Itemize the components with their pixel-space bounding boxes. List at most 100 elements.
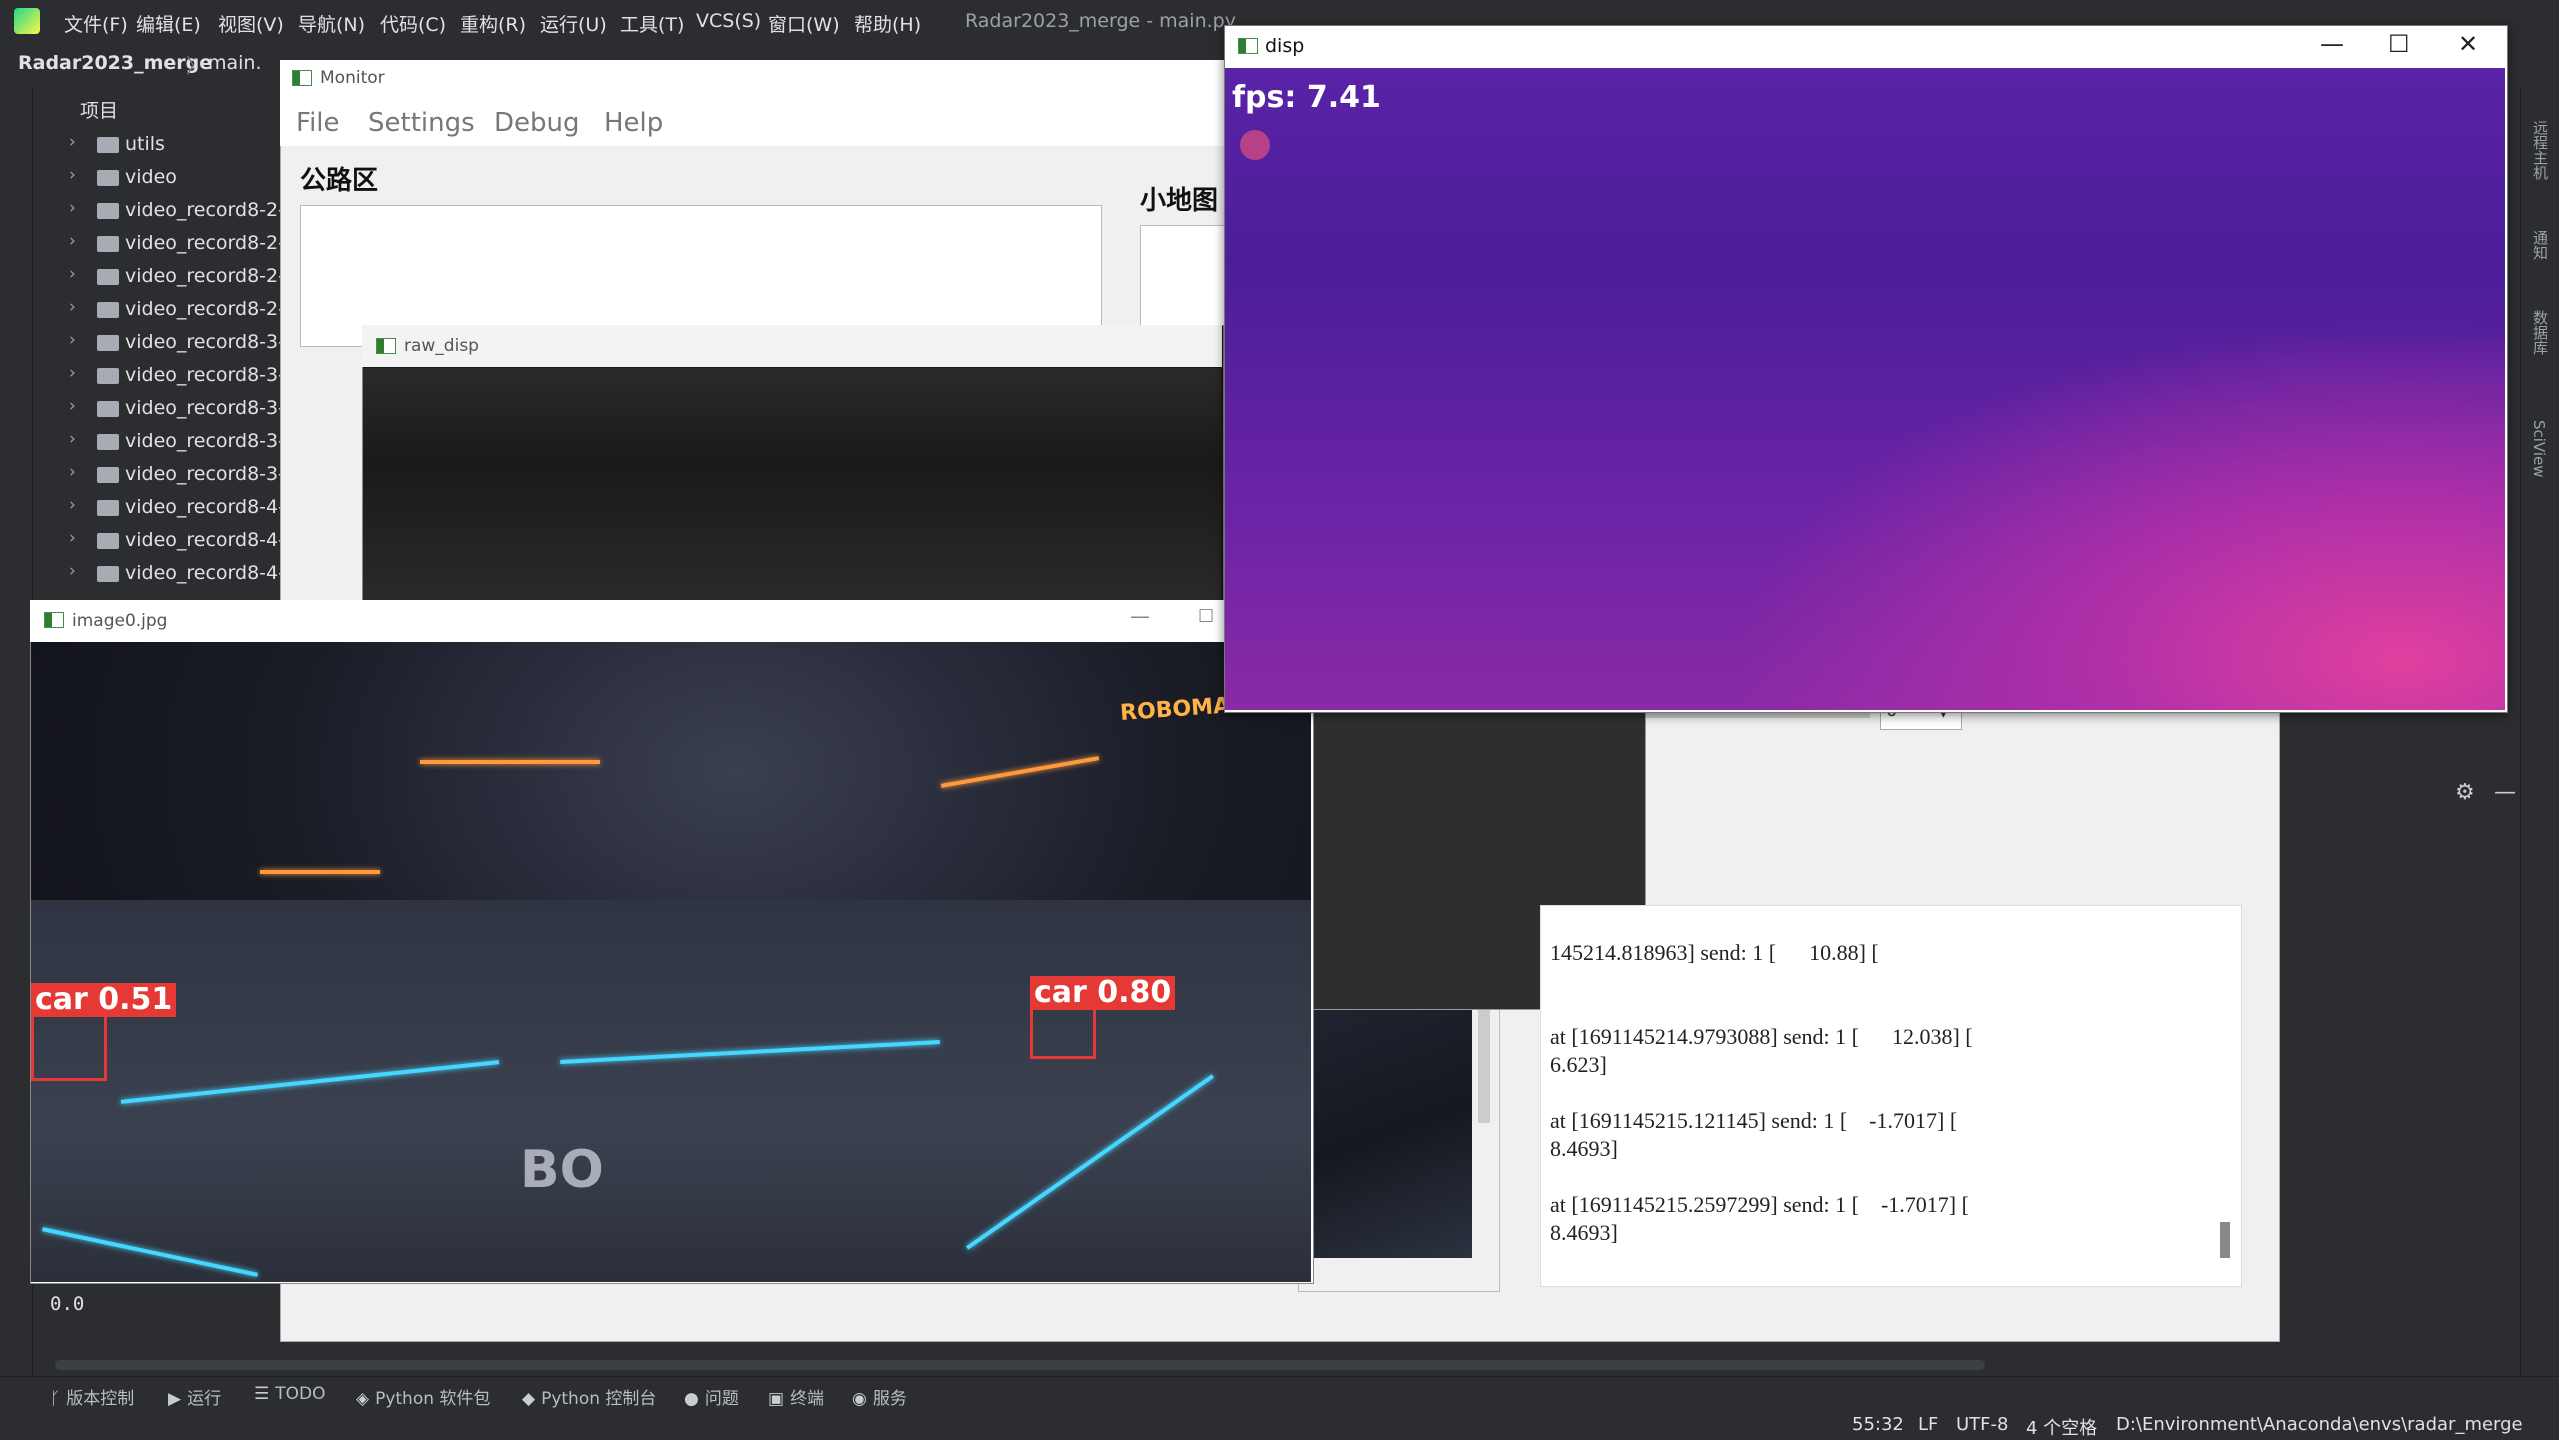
disp-titlebar[interactable] — [1225, 26, 2505, 68]
vertical-scrollbar[interactable] — [1478, 1008, 1490, 1123]
tree-item[interactable]: › video_record8-3-1 — [33, 392, 297, 425]
tool-tab-python-console[interactable]: ◆ Python 控制台 — [522, 1384, 656, 1409]
chevron-right-icon[interactable]: › — [69, 528, 76, 548]
status-cursor-position[interactable]: 55:32 — [1852, 1414, 1904, 1435]
right-tool-notifications[interactable]: 通知 — [2530, 230, 2551, 260]
image0-titlebar[interactable] — [30, 600, 1312, 642]
tree-item[interactable]: › video_record8-2-2 — [33, 293, 297, 326]
breadcrumb-project[interactable]: Radar2023_merge — [18, 52, 212, 74]
road-area-label: 公路区 — [300, 166, 379, 196]
tree-item[interactable]: › video_record8-2-2 — [33, 194, 297, 227]
maximize-icon[interactable]: ☐ — [2388, 30, 2410, 58]
status-indent[interactable]: 4 个空格 — [2026, 1414, 2097, 1440]
chevron-right-icon[interactable]: › — [69, 462, 76, 482]
menu-tools[interactable]: 工具(T) — [620, 10, 684, 37]
menu-navigate[interactable]: 导航(N) — [298, 10, 365, 37]
right-tool-remote-host[interactable]: 远程主机 — [2530, 120, 2551, 180]
tree-item[interactable]: › video_record8-3-1 — [33, 359, 297, 392]
minimap-label: 小地图 — [1140, 186, 1219, 216]
menu-help[interactable]: 帮助(H) — [854, 10, 921, 37]
chevron-right-icon[interactable]: › — [69, 297, 76, 317]
tool-tab-run[interactable]: ▶ 运行 — [168, 1384, 221, 1409]
raw-disp-title: raw_disp — [404, 336, 479, 356]
chevron-right-icon[interactable]: › — [69, 165, 76, 185]
close-icon[interactable]: ✕ — [2458, 30, 2478, 58]
tree-item[interactable]: › video_record8-2-2 — [33, 260, 297, 293]
list-icon: ☰ — [254, 1384, 270, 1404]
menu-refactor[interactable]: 重构(R) — [460, 10, 526, 37]
log-line: 145214.818963] send: 1 [ 10.88] [ — [1550, 940, 1879, 965]
raw-disp-image — [363, 368, 1221, 604]
tool-tab-services[interactable]: ◉ 服务 — [852, 1384, 907, 1409]
chevron-right-icon[interactable]: › — [69, 231, 76, 251]
chevron-right-icon[interactable]: › — [69, 330, 76, 350]
folder-icon — [97, 269, 119, 285]
monitor-menu-debug[interactable]: Debug — [494, 108, 580, 138]
status-interpreter[interactable]: D:\Environment\Anaconda\envs\radar_merge — [2116, 1414, 2523, 1435]
chevron-right-icon[interactable]: › — [69, 132, 76, 152]
folder-icon — [97, 533, 119, 549]
tree-item-label: video_record8-4- — [125, 562, 285, 584]
chevron-right-icon[interactable]: › — [69, 429, 76, 449]
tree-item[interactable]: › video_record8-2-2 — [33, 227, 297, 260]
detection-box — [1030, 1005, 1096, 1059]
tree-item[interactable]: › video_record8-4-1 — [33, 491, 297, 524]
branch-icon: ᚴ — [50, 1389, 61, 1409]
project-tree: › utils › video › video_record8-2-2 › video_… — [33, 128, 297, 598]
tree-item-label: utils — [125, 133, 165, 155]
menu-window[interactable]: 窗口(W) — [768, 10, 840, 37]
menu-file[interactable]: 文件(F) — [64, 10, 128, 37]
raw-disp-titlebar[interactable] — [362, 325, 1222, 367]
maximize-icon[interactable]: ☐ — [1198, 606, 1214, 627]
tool-tab-vcs[interactable]: ᚴ 版本控制 — [50, 1384, 134, 1409]
chevron-right-icon[interactable]: › — [69, 561, 76, 581]
tree-item[interactable]: › video_record8-3-1 — [33, 425, 297, 458]
monitor-menu-help[interactable]: Help — [604, 108, 663, 138]
layers-icon: ◈ — [356, 1389, 370, 1409]
tool-tab-terminal[interactable]: ▣ 终端 — [768, 1384, 824, 1409]
tool-tab-problems[interactable]: ● 问题 — [684, 1384, 739, 1409]
chevron-right-icon[interactable]: › — [69, 495, 76, 515]
monitor-menu-file[interactable]: File — [296, 108, 340, 138]
chevron-right-icon[interactable]: › — [69, 363, 76, 383]
horizontal-scrollbar[interactable] — [55, 1360, 1985, 1370]
tree-item-label: video_record8-3-1 — [125, 364, 298, 386]
status-encoding[interactable]: UTF-8 — [1956, 1414, 2008, 1435]
chevron-right-icon[interactable]: › — [69, 396, 76, 416]
menu-code[interactable]: 代码(C) — [380, 10, 446, 37]
menu-run[interactable]: 运行(U) — [540, 10, 607, 37]
monitor-menu-settings[interactable]: Settings — [368, 108, 475, 138]
tree-item[interactable]: › video_record8-3-1 — [33, 458, 297, 491]
tool-tab-python-packages[interactable]: ◈ Python 软件包 — [356, 1384, 490, 1409]
tree-item[interactable]: › video_record8-3-1 — [33, 326, 297, 359]
window-app-icon — [292, 70, 312, 86]
neon-strip — [420, 760, 600, 764]
menu-view[interactable]: 视图(V) — [218, 10, 284, 37]
folder-icon — [97, 368, 119, 384]
status-line-separator[interactable]: LF — [1918, 1414, 1938, 1435]
tree-item[interactable]: › video — [33, 161, 283, 194]
left-tool-stripe — [0, 88, 33, 1388]
tree-item[interactable]: › video_record8-4- — [33, 557, 285, 590]
chevron-right-icon[interactable]: › — [69, 198, 76, 218]
log-line: at [1691145215.2597299] send: 1 [ -1.701… — [1550, 1192, 1969, 1217]
minimize-icon[interactable]: — — [2320, 30, 2344, 58]
minimize-icon[interactable]: — — [1130, 604, 1150, 628]
log-scrollbar-thumb[interactable] — [2220, 1222, 2230, 1258]
breadcrumb-file[interactable]: main. — [208, 52, 262, 74]
tree-item-label: video_record8-3-1 — [125, 463, 298, 485]
tool-tab-label: Python 控制台 — [541, 1389, 657, 1409]
right-tool-sciview[interactable]: SciView — [2530, 420, 2548, 478]
menu-edit[interactable]: 编辑(E) — [136, 10, 201, 37]
gear-icon[interactable]: ⚙ — [2455, 780, 2475, 805]
folder-icon — [97, 302, 119, 318]
project-panel-header — [33, 88, 283, 128]
tree-item[interactable]: › video_record8-4-1 — [33, 524, 297, 557]
minimize-panel-icon[interactable]: — — [2494, 780, 2516, 805]
menu-vcs[interactable]: VCS(S) — [696, 10, 761, 32]
tool-tab-todo[interactable]: ☰ TODO — [254, 1384, 326, 1404]
project-panel-label[interactable]: 项目 — [80, 96, 118, 123]
right-tool-database[interactable]: 数据库 — [2530, 310, 2551, 355]
tree-item[interactable]: › utils — [33, 128, 283, 161]
chevron-right-icon[interactable]: › — [69, 264, 76, 284]
